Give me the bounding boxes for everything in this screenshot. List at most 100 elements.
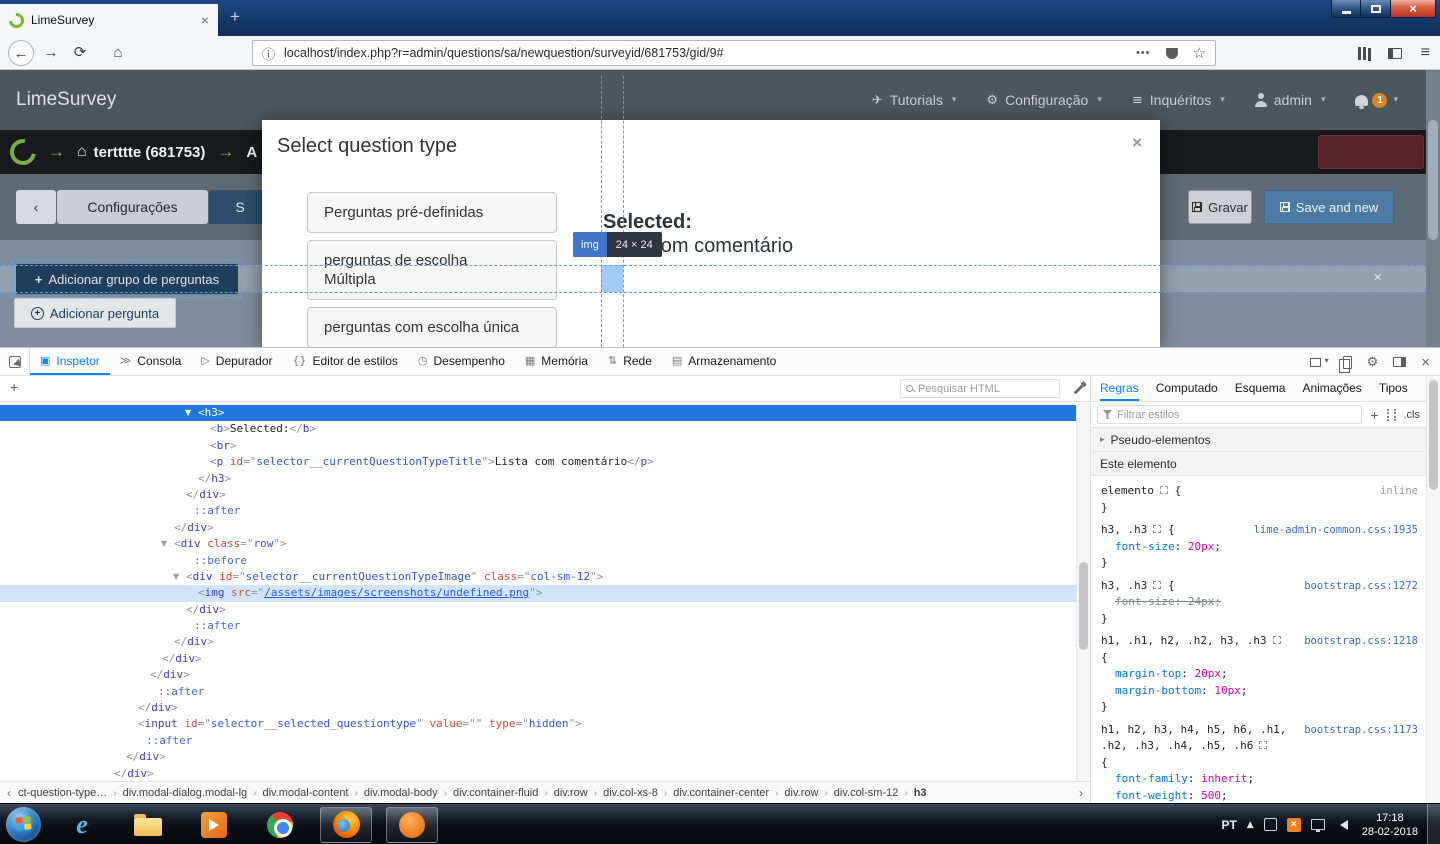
scrollbar-thumb[interactable]: [1079, 562, 1088, 650]
markup-line[interactable]: </h3>: [0, 471, 1090, 487]
markup-line[interactable]: <br>: [0, 438, 1090, 454]
rule-source-link[interactable]: bootstrap.css:1272: [1304, 578, 1418, 595]
save-button[interactable]: Gravar: [1188, 190, 1252, 224]
dismiss-icon[interactable]: ×: [1373, 269, 1382, 286]
breadcrumb-item[interactable]: div.row: [784, 787, 818, 799]
markup-line[interactable]: </div>: [0, 749, 1090, 765]
breadcrumb-item[interactable]: div.modal-dialog.modal-lg: [123, 787, 248, 799]
markup-line[interactable]: ::after: [0, 618, 1090, 634]
devtools-tab-memory[interactable]: ▦Memória: [515, 348, 598, 375]
selector-highlighter-icon[interactable]: [1259, 741, 1267, 749]
rule-source-link[interactable]: bootstrap.css:1173: [1304, 722, 1418, 739]
sidebar-tab-2[interactable]: Computado: [1156, 376, 1218, 401]
home-button[interactable]: ⌂: [106, 40, 130, 66]
html-search[interactable]: [900, 379, 1060, 398]
site-info-icon[interactable]: ⓘ: [262, 44, 275, 63]
taskbar-xampp[interactable]: [386, 807, 438, 843]
survey-breadcrumb[interactable]: tertttte (681753): [94, 144, 206, 161]
network-icon[interactable]: [1311, 819, 1325, 830]
markup-scrollbar[interactable]: [1076, 402, 1090, 781]
markup-line[interactable]: </div>: [0, 700, 1090, 716]
markup-line[interactable]: ▼<h3>: [0, 405, 1090, 421]
menu-icon[interactable]: ≡: [1421, 44, 1430, 62]
breadcrumb-scroll-left-icon[interactable]: ‹: [0, 786, 18, 800]
question-type-button-1[interactable]: Perguntas pré-definidas: [307, 192, 557, 233]
markup-line[interactable]: <img src="/assets/images/screenshots/und…: [0, 585, 1090, 601]
markup-line[interactable]: ▼<div class="row">: [0, 536, 1090, 552]
css-declaration[interactable]: margin-bottom: 10px;: [1101, 683, 1418, 700]
pocket-icon[interactable]: [1166, 48, 1178, 59]
window-close-button[interactable]: ×: [1390, 0, 1436, 18]
taskbar-chrome[interactable]: [254, 807, 306, 843]
tray-icon[interactable]: [1264, 818, 1277, 831]
markup-line[interactable]: </div>: [0, 634, 1090, 650]
responsive-mode-icon[interactable]: [1343, 356, 1352, 369]
markup-line[interactable]: </div>: [0, 651, 1090, 667]
breadcrumb-item[interactable]: h3: [914, 787, 927, 799]
css-declaration[interactable]: font-weight: 500;: [1101, 788, 1418, 805]
markup-line[interactable]: ::before: [0, 553, 1090, 569]
expand-arrow-icon[interactable]: ▼: [161, 536, 167, 552]
devtools-tab-styles[interactable]: {}Editor de estilos: [282, 348, 407, 375]
page-actions-icon[interactable]: •••: [1136, 47, 1151, 59]
css-declaration[interactable]: margin-top: 20px;: [1101, 666, 1418, 683]
devtools-tab-performance[interactable]: ◷Desempenho: [408, 348, 515, 375]
css-declaration[interactable]: font-size: 20px;: [1101, 539, 1418, 556]
breadcrumb-item[interactable]: ct-question-type…: [18, 787, 107, 799]
sidebar-tab-1[interactable]: Regras: [1100, 376, 1139, 401]
clock[interactable]: 17:18 28-02-2018: [1362, 811, 1418, 839]
sidebar-toggle-icon[interactable]: [1388, 48, 1402, 59]
question-type-button-3[interactable]: perguntas com escolha única: [307, 307, 557, 347]
page-scrollbar[interactable]: [1426, 70, 1440, 347]
rules-scrollbar[interactable]: [1426, 376, 1440, 804]
sidebar-tab-5[interactable]: Tipos: [1379, 376, 1408, 401]
select-frame-icon[interactable]: [1310, 358, 1321, 367]
markup-line[interactable]: ::after: [0, 684, 1090, 700]
markup-line[interactable]: ▼<div id="selector__currentQuestionTypeI…: [0, 569, 1090, 585]
markup-line[interactable]: ::after: [0, 733, 1090, 749]
settings-tab[interactable]: Configurações: [57, 190, 208, 224]
window-minimize-button[interactable]: [1331, 0, 1361, 18]
scrollbar-thumb[interactable]: [1429, 380, 1438, 490]
devtools-tab-network[interactable]: ⇅Rede: [598, 348, 662, 375]
tray-expand-icon[interactable]: ▲: [1247, 820, 1254, 830]
window-maximize-button[interactable]: [1361, 0, 1390, 18]
expand-arrow-icon[interactable]: ▼: [173, 569, 179, 585]
devtools-settings-icon[interactable]: ⚙: [1367, 356, 1379, 369]
browser-tab[interactable]: LimeSurvey ×: [0, 4, 218, 36]
dock-side-icon[interactable]: [1393, 357, 1406, 367]
markup-line[interactable]: <b>Selected:</b>: [0, 421, 1090, 437]
start-button[interactable]: [6, 807, 41, 842]
breadcrumb-item[interactable]: div.modal-content: [262, 787, 348, 799]
breadcrumb-item[interactable]: div.container-center: [673, 787, 769, 799]
selector-highlighter-icon[interactable]: [1160, 486, 1168, 494]
markup-line[interactable]: <input id="selector__selected_questionty…: [0, 716, 1090, 732]
devtools-close-icon[interactable]: ×: [1421, 354, 1430, 371]
show-desktop-button[interactable]: [1427, 804, 1440, 844]
breadcrumb-item[interactable]: div.col-xs-8: [603, 787, 658, 799]
css-declaration[interactable]: font-family: inherit;: [1101, 771, 1418, 788]
nav-item-surveys[interactable]: ≡Inquéritos▾: [1132, 92, 1225, 108]
tab-close-icon[interactable]: ×: [201, 13, 209, 27]
devtools-tab-inspector[interactable]: ▣Inspetor: [30, 348, 110, 375]
devtools-tab-debugger[interactable]: ▷Depurador: [191, 348, 282, 375]
taskbar-media-player[interactable]: [188, 807, 240, 843]
notifications-button[interactable]: 1 ▾: [1355, 93, 1398, 108]
back-button[interactable]: ←: [8, 40, 34, 66]
modal-close-icon[interactable]: ×: [1132, 133, 1142, 153]
add-node-button[interactable]: +: [10, 379, 18, 395]
markup-line[interactable]: </div>: [0, 602, 1090, 618]
pick-element-button[interactable]: [0, 348, 30, 375]
sidebar-tab-3[interactable]: Esquema: [1235, 376, 1286, 401]
add-question-button[interactable]: +Adicionar pergunta: [14, 298, 176, 328]
scrollbar-thumb[interactable]: [1428, 120, 1438, 240]
xampp-tray-icon[interactable]: ×: [1287, 818, 1301, 832]
breadcrumb-item[interactable]: div.modal-body: [364, 787, 438, 799]
breadcrumb-item[interactable]: div.col-sm-12: [834, 787, 899, 799]
devtools-tab-storage[interactable]: ▤Armazenamento: [662, 348, 786, 375]
stop-survey-button[interactable]: [1318, 135, 1424, 169]
markup-line[interactable]: </div>: [0, 487, 1090, 503]
markup-line[interactable]: ::after: [0, 503, 1090, 519]
search-input[interactable]: [918, 383, 1054, 395]
rule-source-link[interactable]: bootstrap.css:1218: [1304, 633, 1418, 650]
